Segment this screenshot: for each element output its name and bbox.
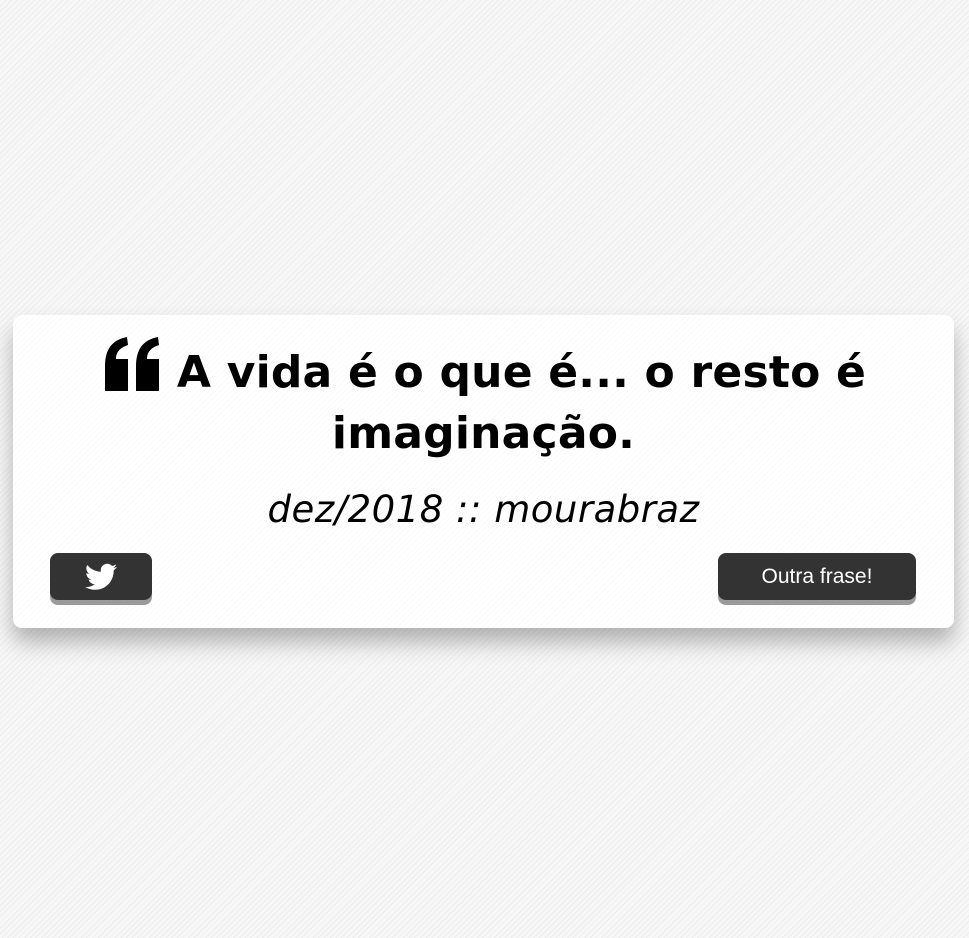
quote-left-icon — [101, 337, 163, 391]
quote-text: A vida é o que é... o resto é imaginação… — [176, 347, 867, 459]
tweet-button[interactable] — [50, 553, 152, 600]
twitter-icon — [85, 563, 117, 591]
quote-text-block: A vida é o que é... o resto é imaginação… — [73, 337, 894, 464]
quote-card: A vida é o que é... o resto é imaginação… — [13, 315, 954, 628]
quote-author: dez/2018 :: mourabraz — [267, 488, 700, 531]
new-quote-button[interactable]: Outra frase! — [718, 553, 916, 600]
